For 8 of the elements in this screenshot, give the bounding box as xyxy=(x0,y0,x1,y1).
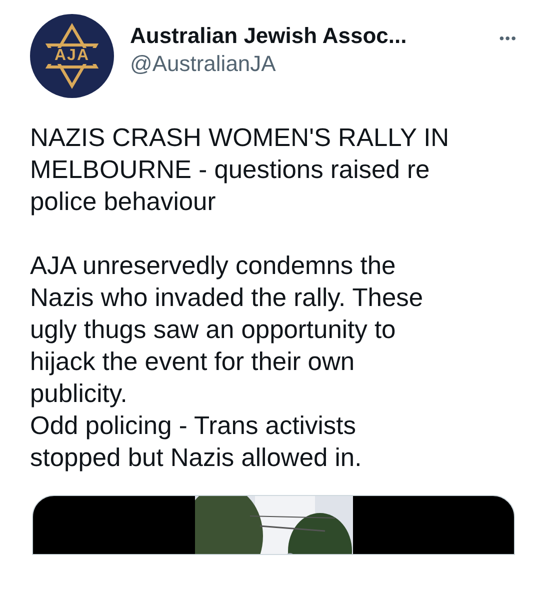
tweet-text: AJA unreservedly condemns the Nazis who invaded the rally. These ugly thugs saw an opportunity to hijack the event for their own publicity. xyxy=(30,251,424,410)
author-handle[interactable]: @AustralianJA xyxy=(130,50,545,78)
avatar[interactable]: AJA xyxy=(30,14,114,98)
tweet-text: NAZIS CRASH WOMEN'S RALLY IN MELBOURNE - questions raised re police behaviour xyxy=(30,123,450,218)
author-name[interactable]: Australian Jewish Assoc... xyxy=(130,22,407,50)
tweet-text: Odd policing - Trans activists stopped but Nazis allowed in. xyxy=(30,411,363,474)
media-card[interactable] xyxy=(32,495,515,555)
more-button[interactable]: ••• xyxy=(499,28,517,50)
